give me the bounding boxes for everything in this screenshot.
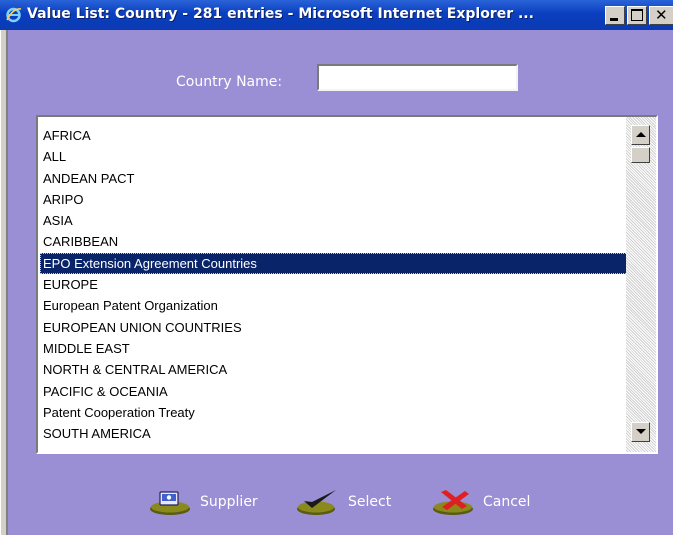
cancel-button[interactable]: Cancel bbox=[431, 488, 530, 516]
list-item[interactable]: EUROPE bbox=[40, 274, 630, 295]
country-list: AFRICA ALL ANDEAN PACT ARIPO ASIA CARIBBEAN EP… bbox=[40, 125, 630, 444]
list-item[interactable]: PACIFIC & OCEANIA bbox=[40, 381, 630, 402]
list-item[interactable]: EPO Extension Agreement Countries bbox=[40, 252, 630, 275]
vertical-scrollbar[interactable] bbox=[626, 117, 656, 452]
supplier-icon bbox=[150, 491, 190, 515]
list-item[interactable]: ANDEAN PACT bbox=[40, 168, 630, 189]
scroll-down-arrow-icon[interactable] bbox=[631, 422, 650, 442]
list-item[interactable]: EUROPEAN UNION COUNTRIES bbox=[40, 317, 630, 338]
select-label: Select bbox=[348, 494, 392, 510]
country-name-input[interactable] bbox=[317, 64, 518, 91]
supplier-label: Supplier bbox=[200, 494, 258, 510]
country-listbox[interactable]: AFRICA ALL ANDEAN PACT ARIPO ASIA CARIBBEAN EP… bbox=[36, 115, 658, 454]
list-item[interactable]: ALL bbox=[40, 146, 630, 167]
list-item[interactable]: Patent Cooperation Treaty bbox=[40, 402, 630, 423]
list-item[interactable]: AFRICA bbox=[40, 125, 630, 146]
country-name-label: Country Name: bbox=[176, 74, 283, 90]
close-button[interactable]: ✕ bbox=[649, 6, 673, 25]
cancel-x-icon bbox=[433, 490, 473, 515]
minimize-button[interactable] bbox=[605, 6, 625, 25]
scroll-up-arrow-icon[interactable] bbox=[631, 125, 650, 145]
list-item[interactable]: ASIA bbox=[40, 210, 630, 231]
close-icon: ✕ bbox=[655, 6, 668, 24]
window-title: Value List: Country - 281 entries - Micr… bbox=[27, 6, 534, 22]
supplier-button[interactable]: Supplier bbox=[148, 488, 258, 516]
cancel-label: Cancel bbox=[483, 494, 531, 510]
list-item[interactable]: NORTH & CENTRAL AMERICA bbox=[40, 359, 630, 380]
list-item[interactable]: CARIBBEAN bbox=[40, 231, 630, 252]
list-item[interactable]: European Patent Organization bbox=[40, 295, 630, 316]
checkmark-icon bbox=[297, 490, 336, 515]
scroll-thumb[interactable] bbox=[631, 147, 650, 163]
list-item[interactable]: MIDDLE EAST bbox=[40, 338, 630, 359]
title-bar: Value List: Country - 281 entries - Micr… bbox=[0, 0, 673, 30]
ie-icon bbox=[6, 7, 22, 23]
window-border bbox=[0, 30, 8, 535]
list-item[interactable]: ARIPO bbox=[40, 189, 630, 210]
maximize-button[interactable] bbox=[627, 6, 647, 25]
select-button[interactable]: Select bbox=[296, 488, 391, 516]
list-item[interactable]: SOUTH AMERICA bbox=[40, 423, 630, 444]
